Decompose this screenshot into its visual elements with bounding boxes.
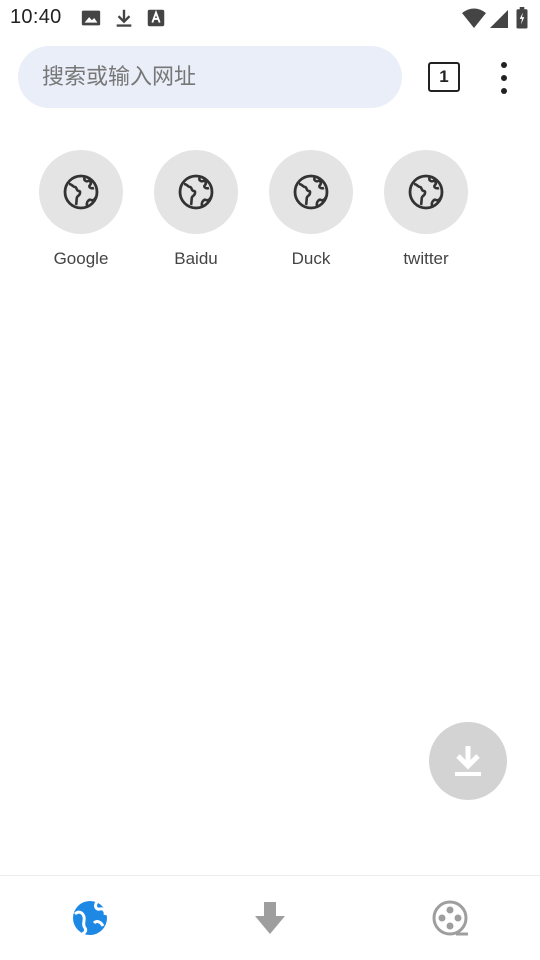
globe-icon	[73, 901, 107, 935]
download-arrow-icon	[255, 902, 285, 934]
shortcut-baidu[interactable]: Baidu	[141, 150, 251, 280]
download-fab[interactable]	[429, 722, 507, 800]
globe-icon	[269, 150, 353, 234]
shortcut-duck[interactable]: Duck	[256, 150, 366, 280]
tab-switcher-button[interactable]: 1	[428, 62, 460, 92]
globe-icon	[39, 150, 123, 234]
status-time: 10:40	[10, 6, 62, 28]
shortcut-twitter[interactable]: twitter	[371, 150, 481, 280]
shortcut-label: Google	[53, 249, 109, 268]
nav-media[interactable]	[430, 898, 470, 938]
tab-count: 1	[439, 67, 449, 86]
nav-downloads[interactable]	[250, 898, 290, 938]
globe-icon	[384, 150, 468, 234]
search-bar[interactable]	[18, 46, 402, 108]
signal-icon	[488, 7, 510, 29]
nav-browser[interactable]	[70, 898, 110, 938]
battery-icon	[514, 7, 530, 29]
font-icon	[145, 7, 167, 29]
film-reel-icon	[432, 900, 468, 936]
shortcut-google[interactable]: Google	[26, 150, 136, 280]
search-input[interactable]	[42, 46, 382, 108]
bottom-nav	[0, 875, 540, 960]
download-icon	[455, 746, 481, 776]
download-icon	[113, 7, 135, 29]
globe-icon	[154, 150, 238, 234]
status-bar: 10:40	[0, 0, 540, 36]
shortcut-label: Baidu	[174, 249, 218, 268]
more-vert-icon[interactable]	[490, 62, 518, 94]
shortcut-label: Duck	[291, 249, 331, 268]
image-icon	[80, 7, 102, 29]
shortcut-label: twitter	[403, 249, 449, 268]
wifi-icon	[461, 7, 487, 29]
